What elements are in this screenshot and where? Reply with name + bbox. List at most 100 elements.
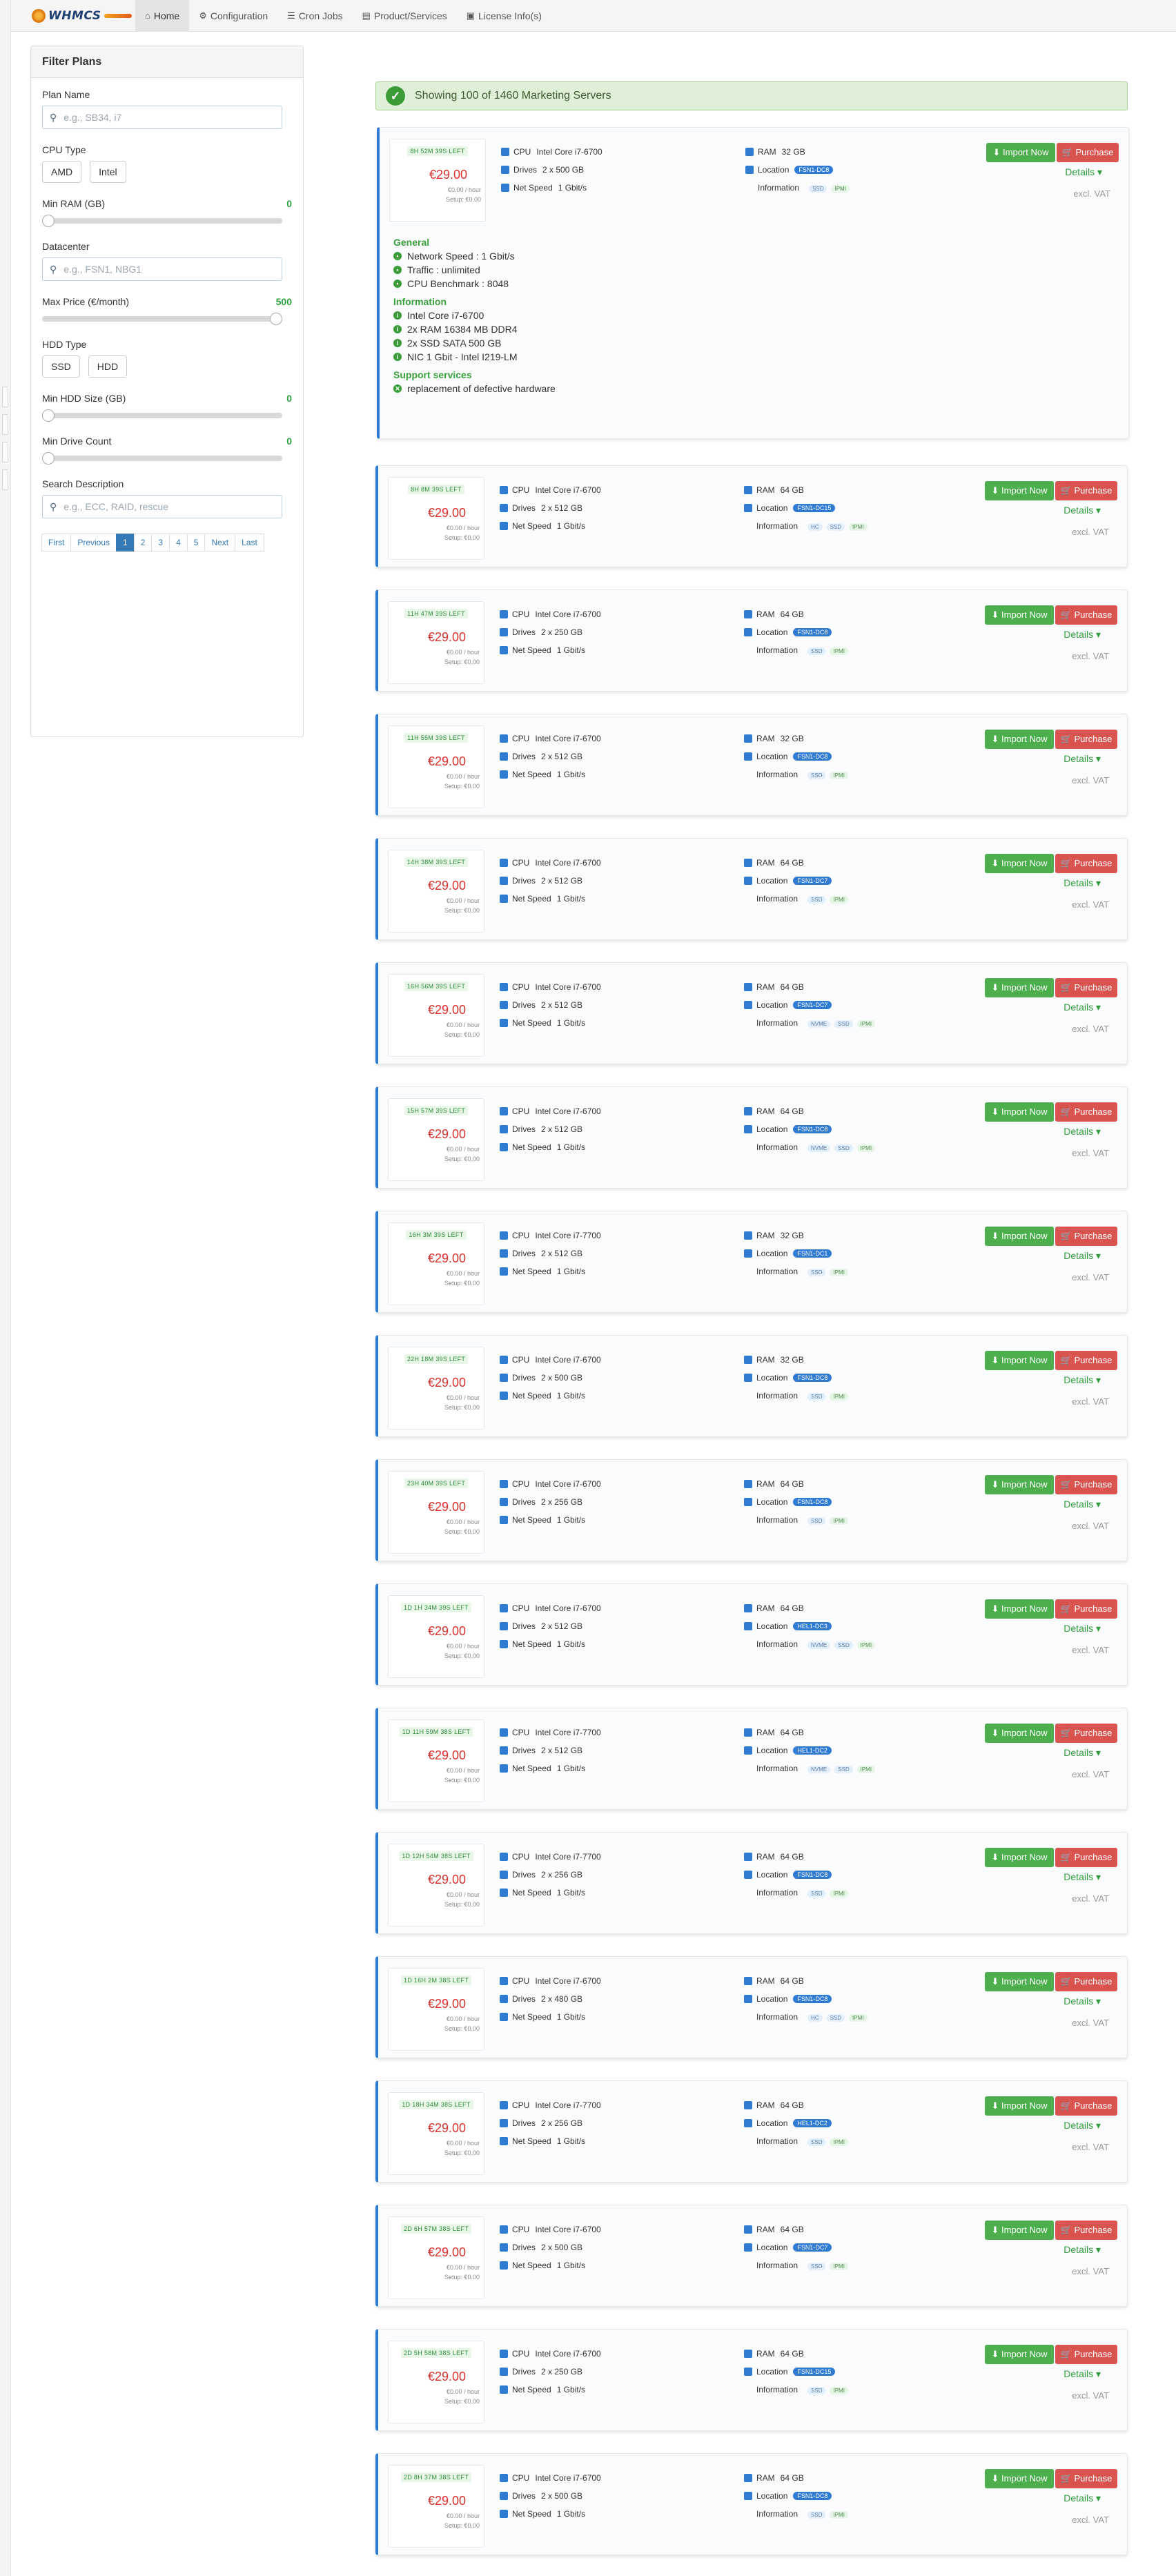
purchase-button[interactable]: 🛒 Purchase: [1055, 730, 1117, 749]
purchase-button[interactable]: 🛒 Purchase: [1055, 1227, 1117, 1246]
purchase-button[interactable]: 🛒 Purchase: [1055, 605, 1117, 625]
slider-handle[interactable]: [42, 452, 55, 465]
import-now-button[interactable]: ⬇ Import Now: [985, 481, 1054, 500]
slider-handle[interactable]: [270, 313, 282, 325]
purchase-button[interactable]: 🛒 Purchase: [1055, 1848, 1117, 1867]
purchase-button[interactable]: 🛒 Purchase: [1055, 1599, 1117, 1619]
drives-spec-icon: [500, 1125, 508, 1133]
brand-logo[interactable]: WHMCS: [32, 6, 135, 26]
nav-tab-product-services[interactable]: ▤ Product/Services: [353, 0, 457, 32]
details-toggle[interactable]: Details ▾: [1064, 505, 1101, 516]
details-toggle[interactable]: Details ▾: [1065, 166, 1102, 178]
import-now-button[interactable]: ⬇ Import Now: [985, 2096, 1054, 2116]
import-now-button[interactable]: ⬇ Import Now: [986, 143, 1055, 162]
nav-tab-configuration[interactable]: ⚙ Configuration: [189, 0, 277, 32]
details-toggle[interactable]: Details ▾: [1064, 1250, 1101, 1262]
cpu-amd-button[interactable]: AMD: [42, 161, 82, 183]
page-link[interactable]: 3: [151, 534, 170, 552]
nav-tab-license-info[interactable]: ▣ License Info(s): [457, 0, 551, 32]
import-now-button[interactable]: ⬇ Import Now: [985, 2469, 1054, 2488]
info-tags: NVME SSD IPMI: [803, 1142, 876, 1152]
page-link[interactable]: Previous: [70, 534, 117, 552]
details-toggle[interactable]: Details ▾: [1064, 877, 1101, 889]
details-toggle[interactable]: Details ▾: [1064, 1996, 1101, 2007]
details-toggle[interactable]: Details ▾: [1064, 1871, 1101, 1883]
import-now-button[interactable]: ⬇ Import Now: [985, 1227, 1054, 1246]
details-toggle[interactable]: Details ▾: [1064, 2492, 1101, 2504]
details-toggle[interactable]: Details ▾: [1064, 2244, 1101, 2256]
details-toggle[interactable]: Details ▾: [1064, 1499, 1101, 1510]
import-now-button[interactable]: ⬇ Import Now: [985, 1102, 1054, 1122]
purchase-button[interactable]: 🛒 Purchase: [1055, 1724, 1117, 1743]
information-spec-icon: [744, 2510, 752, 2518]
drives-spec-label: Drives: [512, 876, 536, 886]
logo-gear-icon: [32, 8, 46, 23]
details-toggle[interactable]: Details ▾: [1064, 1002, 1101, 1013]
min-hdd-slider[interactable]: [42, 409, 282, 422]
page-link[interactable]: 4: [169, 534, 188, 552]
details-toggle[interactable]: Details ▾: [1064, 753, 1101, 765]
purchase-button[interactable]: 🛒 Purchase: [1055, 1475, 1117, 1494]
purchase-button[interactable]: 🛒 Purchase: [1055, 978, 1117, 997]
import-now-button[interactable]: ⬇ Import Now: [985, 1351, 1054, 1370]
max-price-slider[interactable]: [42, 313, 282, 325]
details-toggle[interactable]: Details ▾: [1064, 1623, 1101, 1635]
import-now-button[interactable]: ⬇ Import Now: [985, 2221, 1054, 2240]
import-now-button[interactable]: ⬇ Import Now: [985, 978, 1054, 997]
plan-name-input[interactable]: ⚲ e.g., SB34, i7: [42, 106, 282, 129]
server-card: 1D 16H 2M 38S LEFT €29.00 €0.00 / hour Setu…: [375, 1956, 1128, 2058]
purchase-button[interactable]: 🛒 Purchase: [1057, 143, 1119, 162]
purchase-button[interactable]: 🛒 Purchase: [1055, 854, 1117, 873]
purchase-button[interactable]: 🛒 Purchase: [1055, 1972, 1117, 1991]
hdd-hdd-button[interactable]: HDD: [88, 355, 128, 378]
nav-tab-home[interactable]: ⌂ Home: [135, 0, 190, 32]
import-now-button[interactable]: ⬇ Import Now: [985, 854, 1054, 873]
import-now-button[interactable]: ⬇ Import Now: [985, 605, 1054, 625]
nav-tab-cron-jobs[interactable]: ☰ Cron Jobs: [277, 0, 352, 32]
purchase-button[interactable]: 🛒 Purchase: [1055, 2345, 1117, 2364]
details-toggle[interactable]: Details ▾: [1064, 629, 1101, 641]
net-speed-spec: Net Speed 1 Gbit/s: [500, 1888, 585, 1897]
gutter-tab[interactable]: [2, 442, 8, 462]
min-ram-slider[interactable]: [42, 215, 282, 227]
purchase-button[interactable]: 🛒 Purchase: [1055, 1102, 1117, 1122]
import-now-button[interactable]: ⬇ Import Now: [985, 1972, 1054, 1991]
page-link[interactable]: Next: [204, 534, 236, 552]
purchase-button[interactable]: 🛒 Purchase: [1055, 2469, 1117, 2488]
page-link[interactable]: 1: [116, 534, 135, 552]
details-toggle[interactable]: Details ▾: [1064, 1747, 1101, 1759]
slider-handle[interactable]: [42, 215, 55, 227]
location-spec-icon: [744, 2119, 752, 2127]
cpu-spec: CPU Intel Core i7-6700: [500, 1106, 601, 1116]
import-now-button[interactable]: ⬇ Import Now: [985, 2345, 1054, 2364]
min-drive-slider[interactable]: [42, 452, 282, 465]
details-toggle[interactable]: Details ▾: [1064, 1374, 1101, 1386]
import-now-button[interactable]: ⬇ Import Now: [985, 1475, 1054, 1494]
purchase-button[interactable]: 🛒 Purchase: [1055, 1351, 1117, 1370]
gutter-tab[interactable]: [2, 387, 8, 407]
details-toggle[interactable]: Details ▾: [1064, 2368, 1101, 2380]
location-spec-icon: [744, 1374, 752, 1382]
import-now-button[interactable]: ⬇ Import Now: [985, 730, 1054, 749]
import-now-button[interactable]: ⬇ Import Now: [985, 1848, 1054, 1867]
purchase-button[interactable]: 🛒 Purchase: [1055, 2096, 1117, 2116]
gutter-tab[interactable]: [2, 414, 8, 435]
page-link[interactable]: 2: [133, 534, 153, 552]
page-link[interactable]: 5: [186, 534, 206, 552]
general-item-text: CPU Benchmark : 8048: [407, 278, 509, 289]
import-now-button[interactable]: ⬇ Import Now: [985, 1724, 1054, 1743]
search-description-input[interactable]: ⚲ e.g., ECC, RAID, rescue: [42, 495, 282, 518]
details-toggle[interactable]: Details ▾: [1064, 1126, 1101, 1138]
page-link[interactable]: First: [41, 534, 72, 552]
import-now-button[interactable]: ⬇ Import Now: [985, 1599, 1054, 1619]
purchase-button[interactable]: 🛒 Purchase: [1055, 2221, 1117, 2240]
details-toggle[interactable]: Details ▾: [1064, 2120, 1101, 2131]
cpu-intel-button[interactable]: Intel: [90, 161, 126, 183]
datacenter-input[interactable]: ⚲ e.g., FSN1, NBG1: [42, 257, 282, 281]
gutter-tab[interactable]: [2, 469, 8, 490]
ram-spec: RAM 32 GB: [745, 147, 805, 157]
purchase-button[interactable]: 🛒 Purchase: [1055, 481, 1117, 500]
hdd-ssd-button[interactable]: SSD: [42, 355, 80, 378]
slider-handle[interactable]: [42, 409, 55, 422]
page-link[interactable]: Last: [235, 534, 264, 552]
